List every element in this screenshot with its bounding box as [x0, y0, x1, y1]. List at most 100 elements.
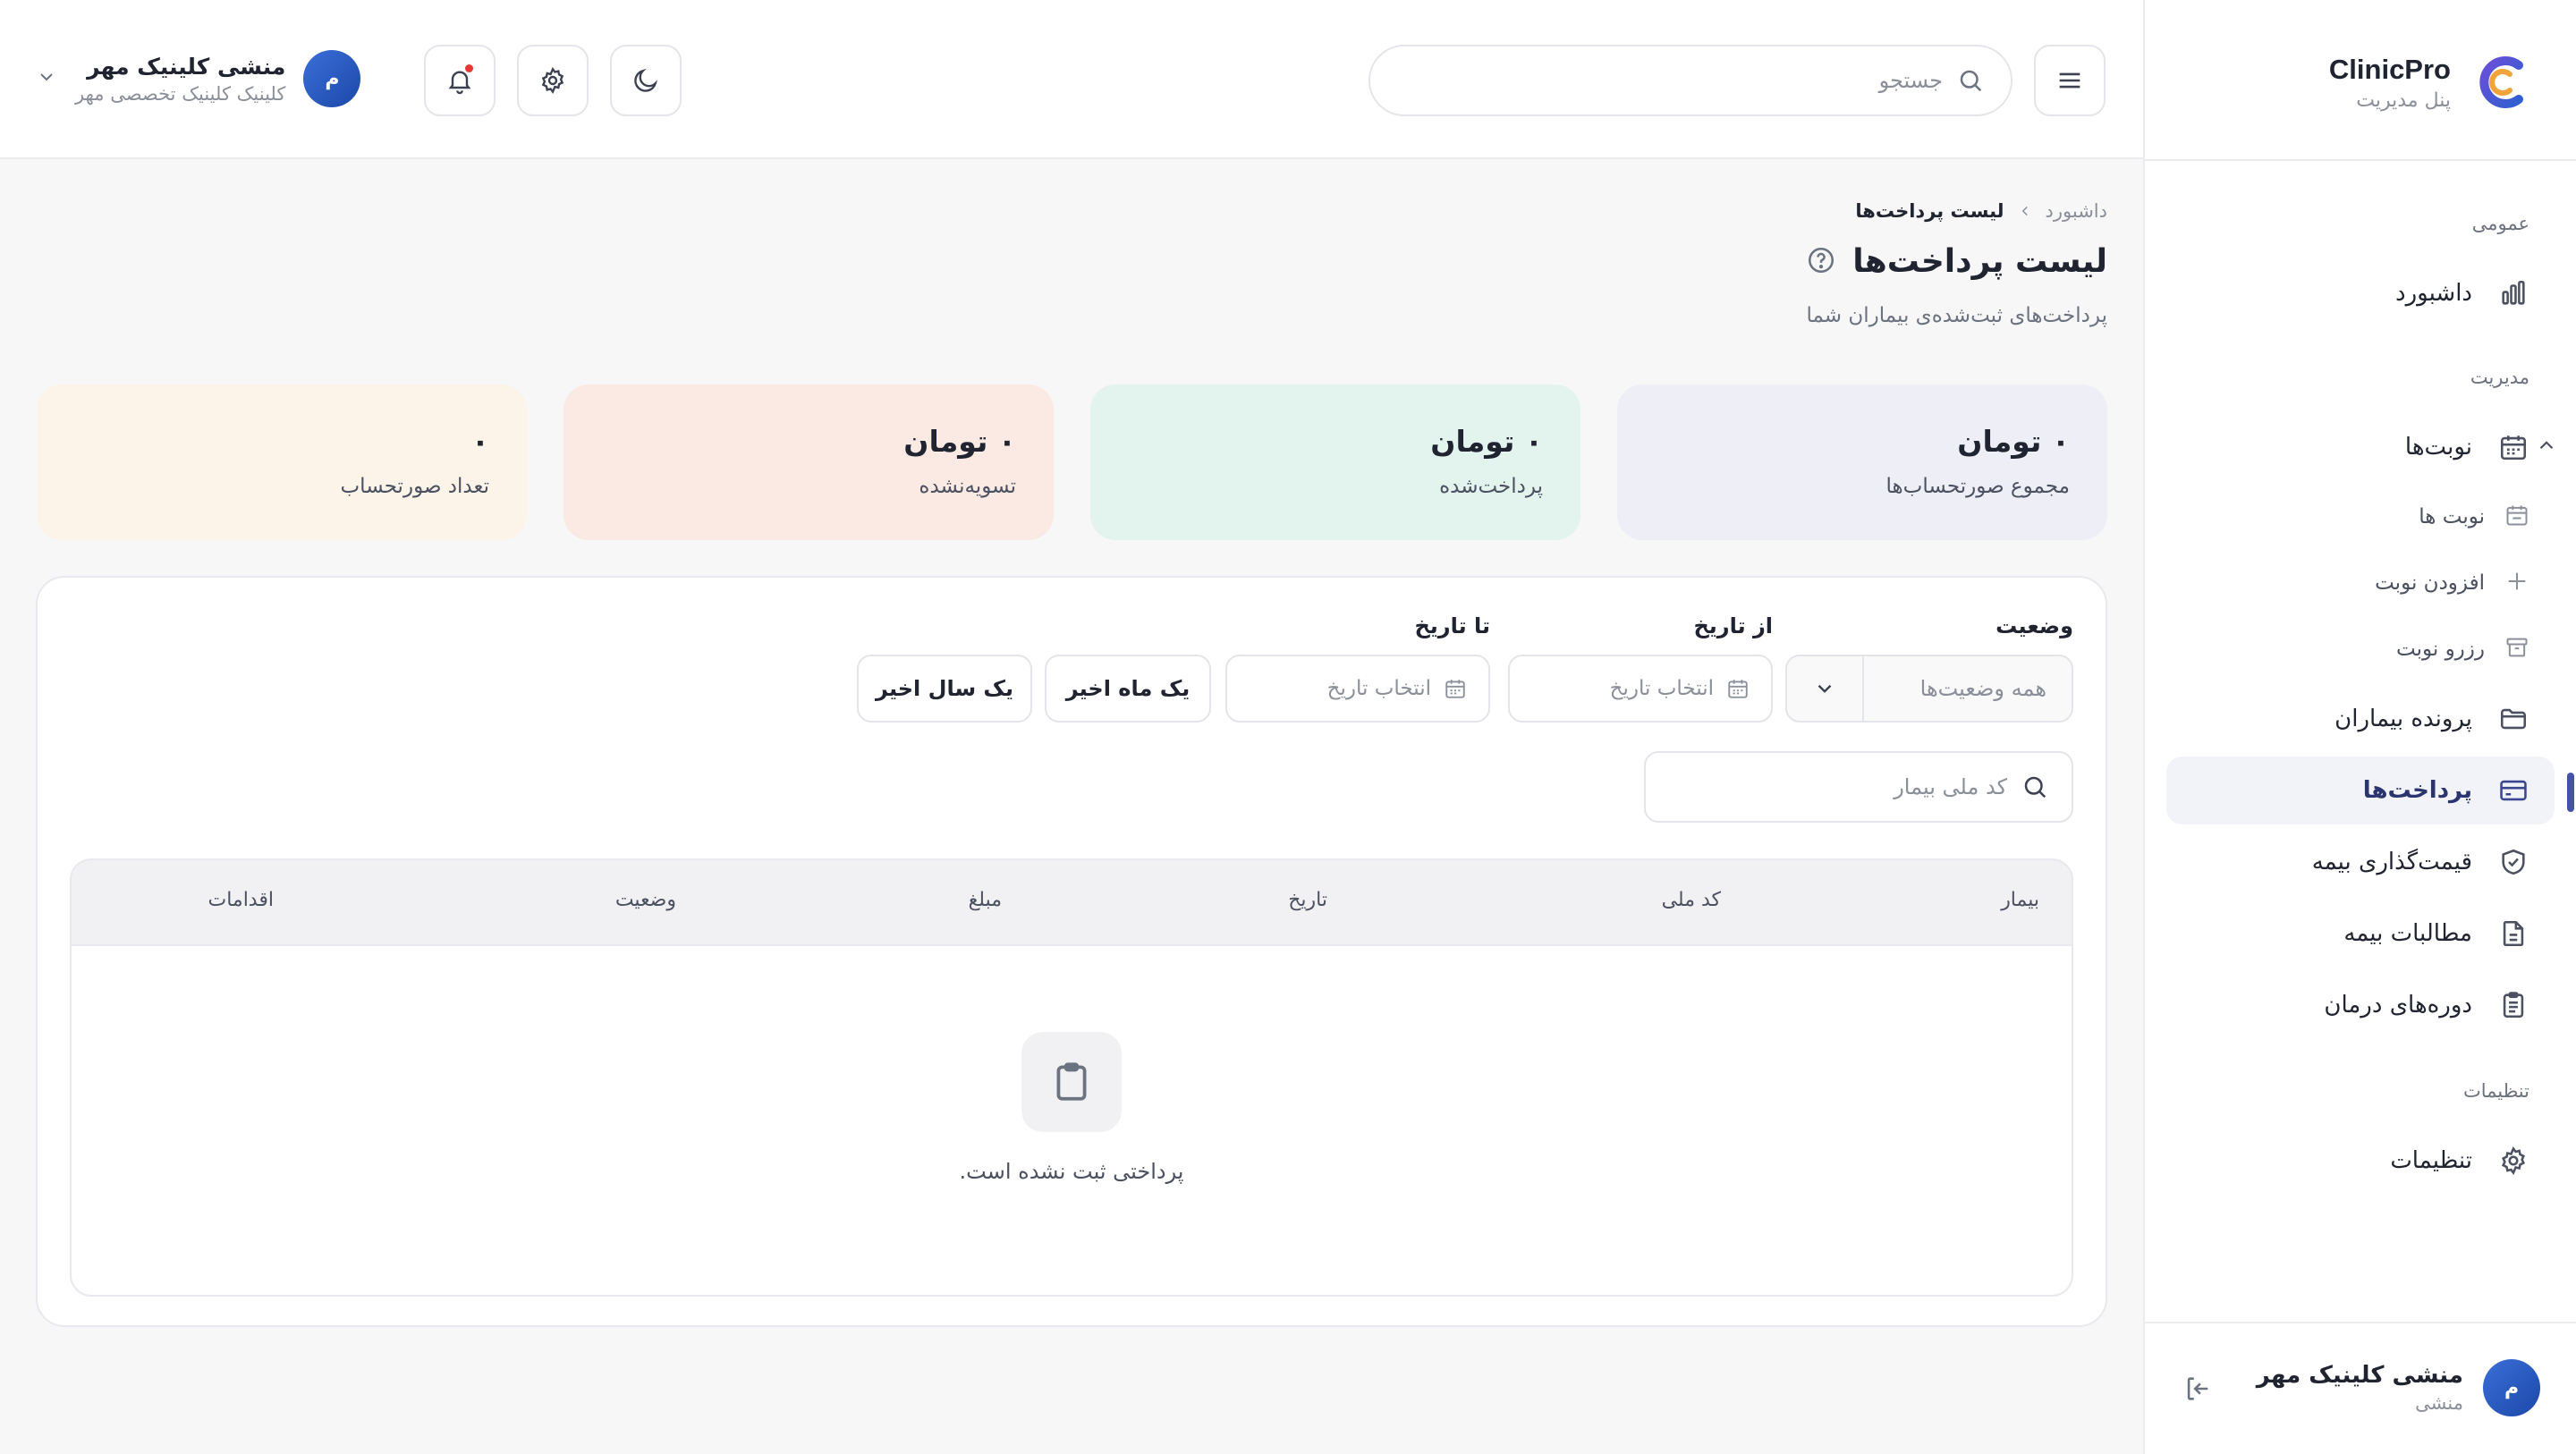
help-icon[interactable] [1806, 245, 1836, 279]
section-settings: تنظیمات [2462, 1080, 2529, 1102]
chevron-left-icon [2021, 206, 2028, 216]
calendar-icon [1445, 680, 1465, 698]
sidebar-item-label: دوره‌های درمان [2324, 992, 2472, 1019]
national-id-input[interactable] [1667, 774, 2007, 799]
column-header-status[interactable]: وضعیت [615, 889, 676, 911]
notification-dot [465, 64, 473, 72]
column-header-amount[interactable]: مبلغ [969, 889, 1002, 911]
calendar-icon [2496, 429, 2531, 465]
calendar-icon [1728, 680, 1748, 698]
user-clinic: کلینیک کلینیک تخصصی مهر [75, 82, 286, 105]
sidebar-item-label: پرداخت‌ها [2362, 777, 2472, 804]
sidebar-item-insurance-claims[interactable]: مطالبات بیمه [2174, 900, 2531, 968]
national-id-search[interactable] [1644, 751, 2073, 823]
column-header-national-id[interactable]: کد ملی [1662, 889, 1721, 911]
stat-value: ۰ تومان [903, 424, 1016, 459]
bar-chart-icon [2496, 275, 2531, 311]
archive-icon [2504, 635, 2529, 664]
status-select-value: همه وضعیت‌ها [1919, 676, 2046, 701]
sidebar-item-label: قیمت‌گذاری بیمه [2311, 849, 2472, 875]
chevron-down-icon[interactable] [36, 66, 57, 91]
from-date-input[interactable]: انتخاب تاریخ [1508, 655, 1773, 723]
sidebar-item-label: داشبورد [2395, 280, 2472, 307]
sidebar-footer: م منشی کلینیک مهر منشی [2145, 1322, 2576, 1454]
status-select[interactable]: همه وضعیت‌ها [1785, 655, 2073, 723]
avatar: م [303, 50, 361, 107]
stat-card-unsettled: ۰ تومان تسویه‌نشده [564, 385, 1054, 540]
sidebar-subitem-add-appointment[interactable]: افزودن نوبت [2174, 556, 2531, 610]
page-subtitle: پرداخت‌های ثبت‌شده‌ی بیماران شما [1806, 304, 2107, 327]
breadcrumb-home[interactable]: داشبورد [2046, 200, 2107, 222]
stat-label: تعداد صورتحساب [340, 475, 489, 498]
plus-icon [2504, 569, 2529, 597]
section-general: عمومی [2471, 213, 2529, 234]
clipboard-list-icon [2496, 987, 2531, 1023]
payments-table: بیمار کد ملی تاریخ مبلغ وضعیت اقدامات پر… [70, 858, 2073, 1297]
sidebar-item-dashboard[interactable]: داشبورد [2174, 259, 2531, 327]
credit-card-icon [2496, 773, 2531, 808]
breadcrumb: داشبورد لیست پرداخت‌ها [1855, 200, 2107, 222]
breadcrumb-current: لیست پرداخت‌ها [1855, 200, 2004, 222]
chevron-up-icon[interactable] [2535, 434, 2558, 461]
search-icon [2024, 776, 2046, 799]
stat-card-invoice-count: ۰ تعداد صورتحساب [37, 385, 527, 540]
stat-card-total-invoices: ۰ تومان مجموع صورتحساب‌ها [1617, 385, 2107, 540]
user-name: منشی کلینیک مهر [87, 53, 286, 80]
sidebar-item-label: مطالبات بیمه [2343, 920, 2472, 947]
sidebar-item-label: نوبت ها [2419, 505, 2485, 528]
shield-check-icon [2496, 844, 2531, 880]
stat-value: ۰ [470, 424, 489, 459]
sidebar-subitem-appointments-list[interactable]: نوبت ها [2174, 490, 2531, 544]
dark-mode-button[interactable] [610, 45, 682, 116]
sidebar-item-treatment-courses[interactable]: دوره‌های درمان [2174, 971, 2531, 1039]
settings-button[interactable] [517, 45, 589, 116]
column-header-date[interactable]: تاریخ [1288, 889, 1327, 911]
sidebar-item-settings[interactable]: تنظیمات [2174, 1127, 2531, 1195]
sidebar: ClinicPro پنل مدیریت عمومی داشبورد مدیری… [2143, 0, 2576, 1454]
stat-label: پرداخت‌شده [1439, 475, 1543, 498]
last-year-button[interactable]: یک سال اخیر [857, 655, 1032, 723]
last-month-button[interactable]: یک ماه اخیر [1045, 655, 1211, 723]
user-name: منشی کلینیک مهر [2256, 1362, 2463, 1389]
empty-state: پرداختی ثبت نشده است. [72, 1032, 2072, 1184]
stat-value: ۰ تومان [1957, 424, 2070, 459]
empty-state-text: پرداختی ثبت نشده است. [959, 1159, 1184, 1184]
sidebar-subitem-reserve-appointment[interactable]: رزرو نوبت [2174, 622, 2531, 676]
avatar: م [2483, 1359, 2540, 1416]
brand-title: ClinicPro [2328, 53, 2451, 85]
sidebar-item-insurance-pricing[interactable]: قیمت‌گذاری بیمه [2174, 828, 2531, 896]
table-header: بیمار کد ملی تاریخ مبلغ وضعیت اقدامات [72, 860, 2072, 946]
topbar-user-menu[interactable]: منشی کلینیک مهر کلینیک کلینیک تخصصی مهر … [36, 50, 361, 107]
column-header-patient[interactable]: بیمار [2001, 889, 2039, 911]
sidebar-item-payments[interactable]: پرداخت‌ها [2166, 757, 2555, 824]
search-input[interactable] [1406, 68, 1943, 93]
stat-label: تسویه‌نشده [919, 475, 1016, 498]
moon-icon [634, 68, 658, 92]
stat-value: ۰ تومان [1430, 424, 1543, 459]
calendar-icon [2504, 503, 2529, 531]
search-box[interactable] [1368, 45, 2012, 116]
sidebar-item-label: رزرو نوبت [2395, 638, 2485, 661]
sidebar-item-appointments[interactable]: نوبت‌ها [2174, 413, 2554, 481]
sidebar-item-label: نوبت‌ها [2404, 434, 2472, 461]
clinicpro-logo-icon [2479, 56, 2523, 108]
hamburger-icon [2059, 72, 2080, 89]
menu-toggle-button[interactable] [2034, 45, 2106, 116]
date-placeholder: انتخاب تاریخ [1326, 677, 1431, 700]
to-date-input[interactable]: انتخاب تاریخ [1225, 655, 1490, 723]
notifications-button[interactable] [424, 45, 496, 116]
page-title: لیست پرداخت‌ها [1852, 243, 2107, 280]
user-role: منشی [2415, 1392, 2463, 1414]
folder-icon [2496, 701, 2531, 737]
logout-icon[interactable] [2182, 1374, 2213, 1404]
chevron-down-icon [1787, 656, 1864, 721]
gear-icon [2496, 1143, 2531, 1179]
brand[interactable]: ClinicPro پنل مدیریت [2329, 46, 2533, 118]
search-icon [1960, 70, 1982, 92]
gear-icon [541, 66, 564, 95]
to-date-label: تا تاریخ [1414, 613, 1490, 638]
sidebar-item-patient-records[interactable]: پرونده بیماران [2174, 685, 2531, 753]
sidebar-user[interactable]: م منشی کلینیک مهر منشی [2257, 1359, 2540, 1416]
document-icon [2496, 916, 2531, 951]
brand-subtitle: پنل مدیریت [2356, 89, 2451, 112]
